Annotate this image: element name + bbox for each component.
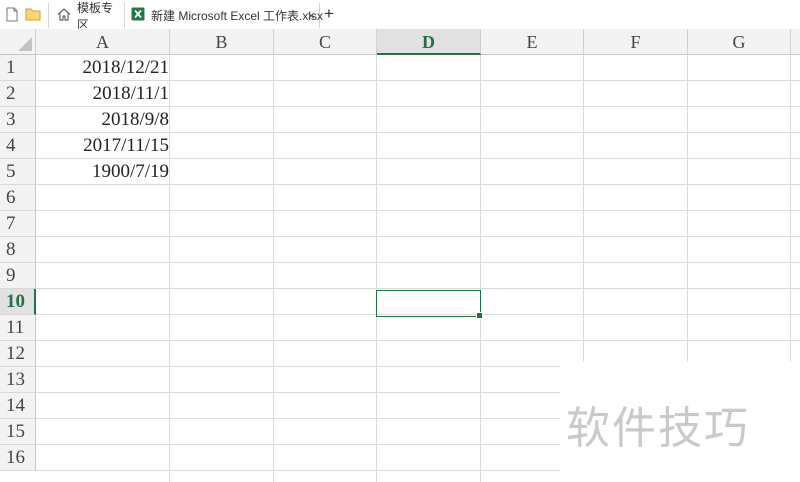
tab-workbook[interactable]: 新建 Microsoft Excel 工作表.xlsx × (124, 3, 324, 28)
select-all-triangle-icon (18, 37, 32, 51)
cell-a4[interactable]: 2017/11/15 (36, 133, 169, 159)
row-header-10[interactable]: 10 (0, 289, 36, 315)
column-header-d[interactable]: D (377, 29, 481, 55)
tab-templates[interactable]: 模板专区 (48, 1, 124, 32)
row-header-12[interactable]: 12 (0, 341, 36, 367)
tab-workbook-label: 新建 Microsoft Excel 工作表.xlsx (151, 9, 324, 23)
row-header-4[interactable]: 4 (0, 133, 36, 159)
row-header-2[interactable]: 2 (0, 81, 36, 107)
row-header-13[interactable]: 13 (0, 367, 36, 393)
row-header-16[interactable]: 16 (0, 445, 36, 471)
cell-a1[interactable]: 2018/12/21 (36, 55, 169, 81)
tab-bar: 模板专区 新建 Microsoft Excel 工作表.xlsx × + (0, 0, 800, 32)
new-document-icon[interactable] (6, 7, 18, 27)
row-header-7[interactable]: 7 (0, 211, 36, 237)
home-icon (57, 7, 71, 24)
column-header-e[interactable]: E (481, 29, 584, 55)
column-header-c[interactable]: C (274, 29, 377, 55)
row-header-9[interactable]: 9 (0, 263, 36, 289)
row-header-3[interactable]: 3 (0, 107, 36, 133)
cell-a3[interactable]: 2018/9/8 (36, 107, 169, 133)
new-tab-button[interactable]: + (324, 5, 334, 22)
row-header-5[interactable]: 5 (0, 159, 36, 185)
selected-cell-d10[interactable] (376, 290, 483, 319)
column-header-f[interactable]: F (584, 29, 688, 55)
excel-file-icon (131, 7, 145, 24)
row-header-11[interactable]: 11 (0, 315, 36, 341)
gridline (36, 340, 800, 341)
gridline (36, 262, 800, 263)
spreadsheet-grid[interactable]: A B C D E F G 1 2 3 4 5 6 7 8 9 10 11 12… (0, 29, 800, 482)
tab-templates-label: 模板专区 (77, 0, 114, 32)
row-header-1[interactable]: 1 (0, 55, 36, 81)
cell-a2[interactable]: 2018/11/1 (36, 81, 169, 107)
row-header-15[interactable]: 15 (0, 419, 36, 445)
column-header-h[interactable] (791, 29, 800, 55)
fill-handle[interactable] (476, 312, 483, 319)
row-header-14[interactable]: 14 (0, 393, 36, 419)
watermark-text: 软件技巧 (566, 403, 750, 454)
cell-a5[interactable]: 1900/7/19 (36, 159, 169, 185)
close-tab-icon[interactable]: × (307, 8, 315, 23)
gridline (36, 288, 800, 289)
column-header-g[interactable]: G (688, 29, 791, 55)
row-header-8[interactable]: 8 (0, 237, 36, 263)
row-header-6[interactable]: 6 (0, 185, 36, 211)
select-all-button[interactable] (0, 29, 36, 55)
gridline (36, 210, 800, 211)
column-header-a[interactable]: A (36, 29, 170, 55)
gridline (36, 236, 800, 237)
folder-icon[interactable] (25, 7, 41, 26)
column-header-b[interactable]: B (170, 29, 274, 55)
